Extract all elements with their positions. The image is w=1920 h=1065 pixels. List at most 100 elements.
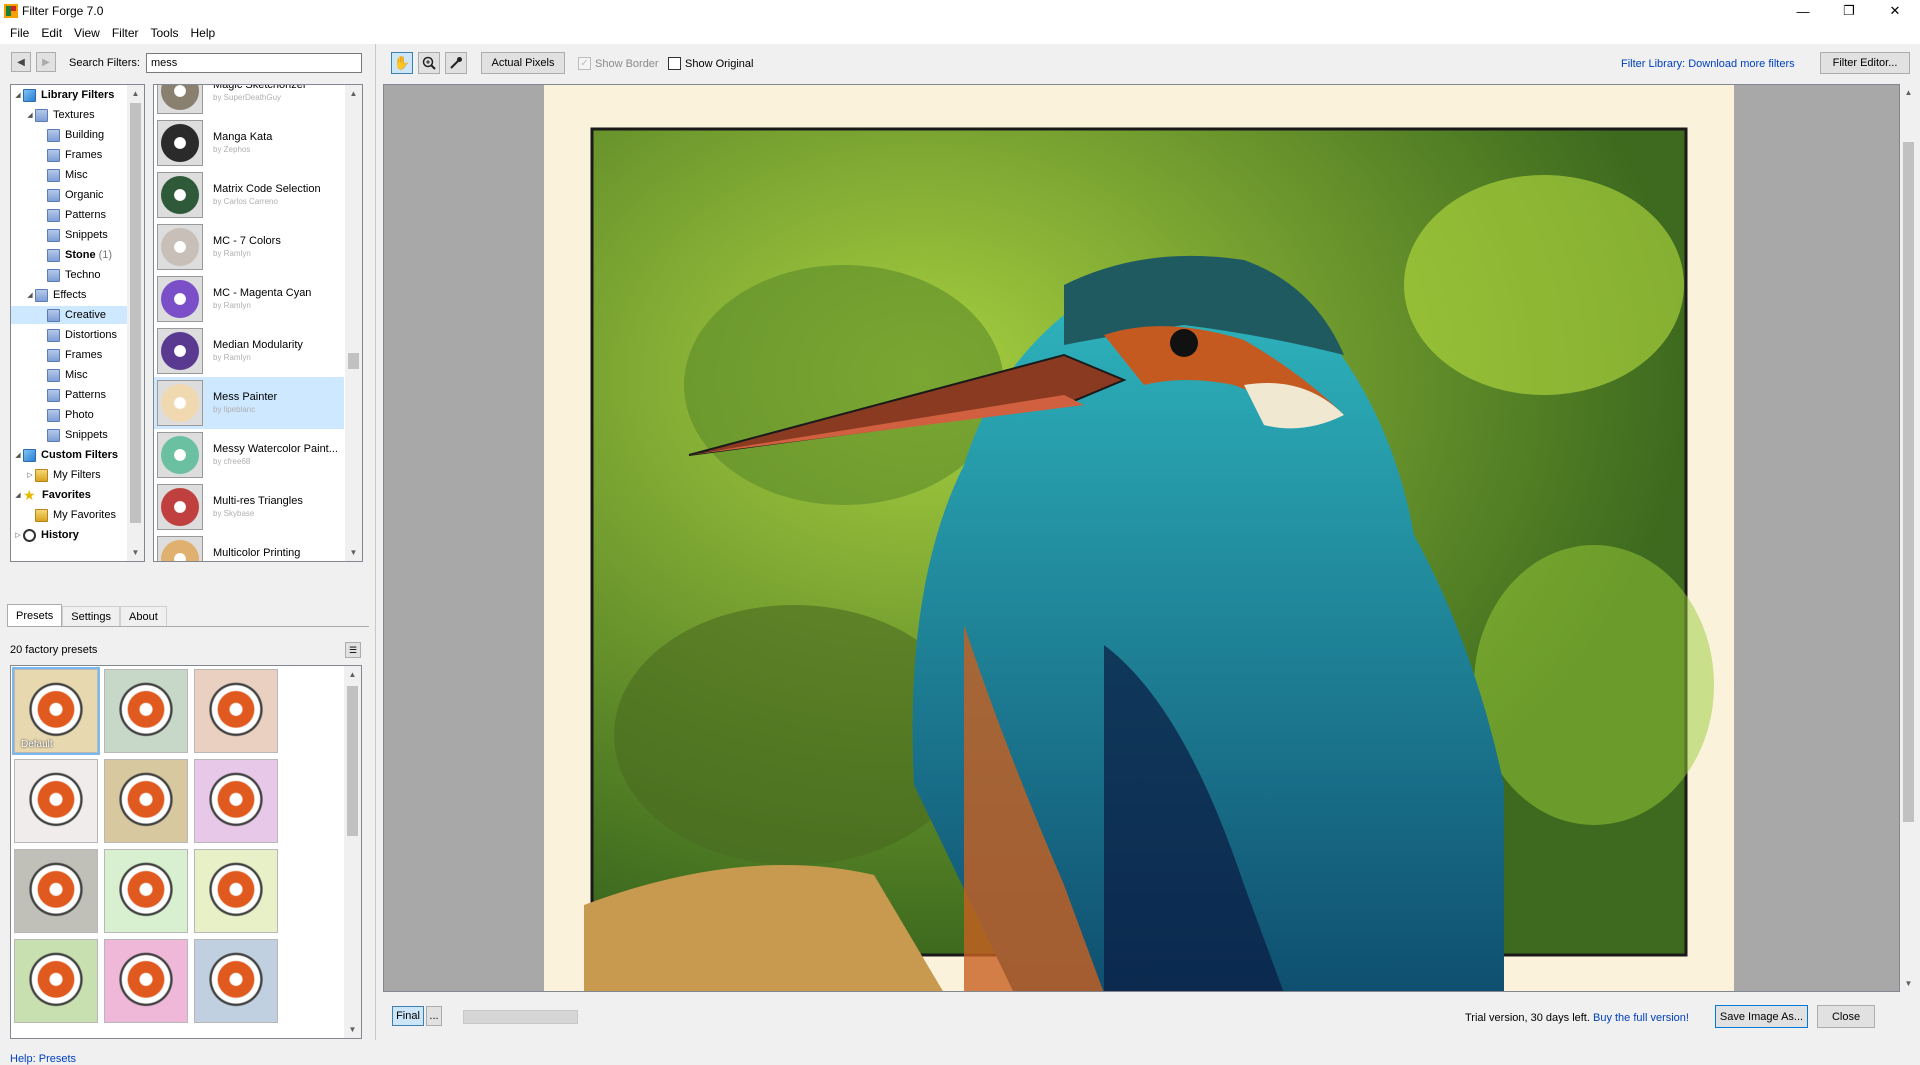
scroll-down-icon[interactable]: ▼ bbox=[127, 544, 144, 561]
canvas-scroll-down-icon[interactable]: ▼ bbox=[1900, 975, 1917, 992]
tree-item[interactable]: ◢ Textures bbox=[11, 106, 129, 124]
filter-list-scrollbar[interactable]: ▲ ▼ bbox=[345, 85, 362, 561]
preset-thumbnail[interactable] bbox=[104, 759, 188, 843]
tab-about[interactable]: About bbox=[120, 606, 167, 626]
tree-item[interactable]: ▷ My Filters bbox=[11, 466, 129, 484]
preset-thumbnail[interactable] bbox=[14, 939, 98, 1023]
menu-file[interactable]: File bbox=[4, 26, 35, 40]
expanded-icon[interactable]: ◢ bbox=[13, 91, 23, 99]
restore-button[interactable]: ❐ bbox=[1826, 0, 1872, 22]
scroll-down-icon[interactable]: ▼ bbox=[344, 1021, 361, 1038]
save-image-button[interactable]: Save Image As... bbox=[1715, 1005, 1808, 1028]
filter-item[interactable]: Magic Sketchorizer by SuperDeathGuy bbox=[154, 85, 344, 117]
category-tree[interactable]: ◢ Library Filters ◢ Textures Building Frames M… bbox=[10, 84, 145, 562]
filter-item[interactable]: Multicolor Printing bbox=[154, 533, 344, 561]
expanded-icon[interactable]: ◢ bbox=[25, 291, 35, 299]
actual-pixels-button[interactable]: Actual Pixels bbox=[481, 52, 565, 74]
tree-item[interactable]: ▷ History bbox=[11, 526, 129, 544]
menu-edit[interactable]: Edit bbox=[35, 26, 68, 40]
presets-menu-button[interactable]: ☰ bbox=[345, 642, 361, 658]
tree-item[interactable]: Patterns bbox=[11, 206, 129, 224]
filter-item[interactable]: MC - 7 Colors by Ramlyn bbox=[154, 221, 344, 273]
expanded-icon[interactable]: ◢ bbox=[13, 451, 23, 459]
filter-item[interactable]: Matrix Code Selection by Carlos Carreno bbox=[154, 169, 344, 221]
tree-item[interactable]: ◢ Library Filters bbox=[11, 86, 129, 104]
scroll-thumb[interactable] bbox=[347, 686, 358, 836]
preset-thumbnail[interactable] bbox=[194, 939, 278, 1023]
presets-grid[interactable]: Default ▲ ▼ bbox=[10, 665, 362, 1039]
filter-item[interactable]: Manga Kata by Zephos bbox=[154, 117, 344, 169]
tree-item[interactable]: ◢ Effects bbox=[11, 286, 129, 304]
preset-thumbnail[interactable] bbox=[194, 849, 278, 933]
buy-full-version-link[interactable]: Buy the full version! bbox=[1593, 1012, 1689, 1024]
canvas-scroll-thumb[interactable] bbox=[1903, 142, 1914, 822]
filter-editor-button[interactable]: Filter Editor... bbox=[1820, 52, 1910, 74]
scroll-down-icon[interactable]: ▼ bbox=[345, 544, 362, 561]
canvas-scroll-up-icon[interactable]: ▲ bbox=[1900, 84, 1917, 101]
tree-item[interactable]: My Favorites bbox=[11, 506, 129, 524]
preset-thumbnail[interactable] bbox=[14, 849, 98, 933]
tab-presets[interactable]: Presets bbox=[7, 604, 63, 626]
collapsed-icon[interactable]: ▷ bbox=[25, 471, 35, 479]
eyedropper-tool-button[interactable] bbox=[445, 52, 467, 74]
scroll-up-icon[interactable]: ▲ bbox=[345, 85, 362, 102]
filter-item[interactable]: Multi-res Triangles by Skybase bbox=[154, 481, 344, 533]
final-button[interactable]: Final bbox=[392, 1006, 424, 1026]
preset-thumbnail[interactable] bbox=[194, 669, 278, 753]
tree-item[interactable]: Creative bbox=[11, 306, 129, 324]
forward-button[interactable]: ▶ bbox=[36, 52, 56, 72]
back-button[interactable]: ◀ bbox=[11, 52, 31, 72]
presets-scrollbar[interactable]: ▲ ▼ bbox=[344, 666, 361, 1038]
tree-item[interactable]: ◢ ★ Favorites bbox=[11, 486, 129, 504]
filter-item[interactable]: Median Modularity by Ramlyn bbox=[154, 325, 344, 377]
menu-help[interactable]: Help bbox=[185, 26, 222, 40]
scroll-thumb[interactable] bbox=[130, 103, 141, 523]
close-window-button[interactable]: ✕ bbox=[1872, 0, 1918, 22]
expanded-icon[interactable]: ◢ bbox=[13, 491, 23, 499]
minimize-button[interactable]: — bbox=[1780, 0, 1826, 22]
render-options-button[interactable]: ... bbox=[426, 1006, 442, 1026]
tree-item[interactable]: ◢ Custom Filters bbox=[11, 446, 129, 464]
help-presets-link[interactable]: Help: Presets bbox=[10, 1053, 76, 1065]
preset-thumbnail[interactable] bbox=[104, 669, 188, 753]
collapsed-icon[interactable]: ▷ bbox=[13, 531, 23, 539]
expanded-icon[interactable]: ◢ bbox=[25, 111, 35, 119]
preset-thumbnail[interactable] bbox=[14, 759, 98, 843]
tree-scrollbar[interactable]: ▲ ▼ bbox=[127, 85, 144, 561]
zoom-tool-button[interactable] bbox=[418, 52, 440, 74]
preset-thumbnail[interactable] bbox=[104, 849, 188, 933]
preset-thumbnail[interactable]: Default bbox=[12, 667, 100, 755]
preset-thumbnail[interactable] bbox=[104, 939, 188, 1023]
tab-settings[interactable]: Settings bbox=[62, 606, 121, 626]
search-input[interactable] bbox=[146, 53, 362, 73]
filter-list[interactable]: Magic Sketchorizer by SuperDeathGuy Manga … bbox=[153, 84, 363, 562]
tree-item[interactable]: Snippets bbox=[11, 226, 129, 244]
filter-item[interactable]: MC - Magenta Cyan by Ramlyn bbox=[154, 273, 344, 325]
tree-item[interactable]: Techno bbox=[11, 266, 129, 284]
tree-item[interactable]: Stone (1) bbox=[11, 246, 129, 264]
tree-item[interactable]: Misc bbox=[11, 366, 129, 384]
preview-canvas[interactable] bbox=[383, 84, 1900, 992]
filter-item[interactable]: Messy Watercolor Paint... by cfree68 bbox=[154, 429, 344, 481]
preset-thumbnail[interactable] bbox=[194, 759, 278, 843]
menu-filter[interactable]: Filter bbox=[106, 26, 145, 40]
tree-item[interactable]: Snippets bbox=[11, 426, 129, 444]
tree-item[interactable]: Organic bbox=[11, 186, 129, 204]
tree-item[interactable]: Frames bbox=[11, 346, 129, 364]
filter-library-link[interactable]: Filter Library: Download more filters bbox=[1621, 58, 1795, 70]
scroll-up-icon[interactable]: ▲ bbox=[127, 85, 144, 102]
show-border-checkbox[interactable]: ✓ Show Border bbox=[578, 57, 659, 70]
tree-item[interactable]: Misc bbox=[11, 166, 129, 184]
tree-item[interactable]: Frames bbox=[11, 146, 129, 164]
hand-tool-button[interactable]: ✋ bbox=[391, 52, 413, 74]
tree-item[interactable]: Photo bbox=[11, 406, 129, 424]
tree-item[interactable]: Patterns bbox=[11, 386, 129, 404]
show-original-checkbox[interactable]: Show Original bbox=[668, 57, 753, 70]
scroll-up-icon[interactable]: ▲ bbox=[344, 666, 361, 683]
filter-item[interactable]: Mess Painter by lipeblanc bbox=[154, 377, 344, 429]
tree-item[interactable]: Building bbox=[11, 126, 129, 144]
scroll-thumb[interactable] bbox=[348, 353, 359, 369]
tree-item[interactable]: Distortions bbox=[11, 326, 129, 344]
close-button[interactable]: Close bbox=[1817, 1005, 1875, 1028]
menu-view[interactable]: View bbox=[68, 26, 106, 40]
